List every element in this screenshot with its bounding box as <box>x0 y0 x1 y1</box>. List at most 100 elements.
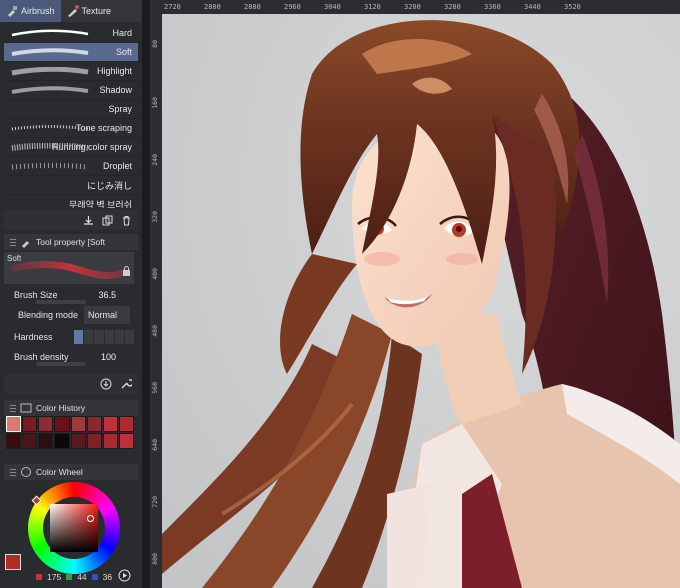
ruler-tick-label: 320 <box>151 211 159 223</box>
color-history-swatch[interactable] <box>6 416 22 432</box>
brush-item-label: Droplet <box>102 161 132 171</box>
grip-icon[interactable] <box>10 468 16 476</box>
green-value: 44 <box>77 572 87 582</box>
blue-channel-dot <box>91 574 98 580</box>
brush-stroke-preview <box>11 143 89 151</box>
hardness-step[interactable] <box>84 330 94 344</box>
hardness-step[interactable] <box>124 330 135 344</box>
color-history-swatch[interactable] <box>54 416 70 432</box>
ruler-tick-label: 3200 <box>404 3 421 11</box>
brush-item-tone-scraping[interactable]: Tone scraping <box>4 119 138 138</box>
blending-mode-row[interactable]: Blending mode Normal <box>14 304 130 326</box>
wrench-icon[interactable] <box>120 378 132 390</box>
color-history-swatch[interactable] <box>86 416 102 432</box>
color-history-swatch[interactable] <box>22 416 38 432</box>
airbrush-icon <box>8 6 17 17</box>
hardness-row[interactable]: Hardness <box>14 326 135 348</box>
brush-stroke-preview <box>11 48 89 56</box>
color-settings-icon[interactable] <box>118 569 131 582</box>
color-picker-marker[interactable] <box>87 515 94 522</box>
panel-scroll-strip[interactable] <box>142 0 150 588</box>
lock-icon[interactable] <box>122 266 131 276</box>
blending-mode-select[interactable]: Normal <box>84 306 130 324</box>
brush-item-running-color-spray[interactable]: Running color spray <box>4 138 138 157</box>
tab-label: Texture <box>81 6 112 16</box>
color-history-swatch[interactable] <box>38 416 54 432</box>
hue-marker[interactable] <box>31 495 42 506</box>
brush-preview: Soft <box>4 252 134 284</box>
ruler-tick-label: 160 <box>151 97 159 109</box>
brush-item-label: Spray <box>108 104 132 114</box>
anime-girl-illustration <box>162 14 680 588</box>
hardness-step[interactable] <box>104 330 114 344</box>
color-history-title: Color History <box>36 403 86 413</box>
brush-density-row[interactable]: Brush density 100 <box>14 346 130 368</box>
saturation-value-square[interactable] <box>50 504 98 552</box>
grip-icon[interactable] <box>10 238 16 246</box>
color-history-swatch[interactable] <box>70 433 86 449</box>
ruler-tick-label: 3360 <box>484 3 501 11</box>
tab-airbrush[interactable]: Airbrush <box>0 0 61 22</box>
ruler-tick-label: 80 <box>151 40 159 48</box>
color-wheel-header: Color Wheel <box>4 464 138 480</box>
blending-mode-label: Blending mode <box>18 310 79 320</box>
color-history-swatch[interactable] <box>102 416 118 432</box>
hardness-step[interactable] <box>74 330 84 344</box>
sub-tool-panel: Airbrush Texture Hard Soft Highlight Sha… <box>0 0 142 588</box>
brush-item-korean-brush[interactable]: 무래약 벽 브러쉬 <box>4 195 138 209</box>
color-history-swatch[interactable] <box>6 433 22 449</box>
brush-preview-stroke <box>10 260 126 279</box>
airbrush-icon <box>22 241 29 248</box>
brush-density-slider[interactable] <box>36 362 86 366</box>
color-history-swatch[interactable] <box>22 433 38 449</box>
texture-brush-icon <box>67 5 79 17</box>
download-icon[interactable] <box>100 378 112 390</box>
green-channel-dot <box>66 574 73 580</box>
brush-item-spray[interactable]: Spray <box>4 100 138 119</box>
color-wheel-icon <box>21 467 31 477</box>
brush-size-row[interactable]: Brush Size 36.5 <box>14 284 130 306</box>
hardness-selector[interactable] <box>74 330 135 344</box>
brush-item-label: Hard <box>112 28 132 38</box>
brush-item-label: Highlight <box>96 66 132 76</box>
ruler-tick-label: 400 <box>151 268 159 280</box>
color-history-swatch[interactable] <box>70 416 86 432</box>
hardness-label: Hardness <box>14 332 53 342</box>
brush-size-value: 36.5 <box>98 290 116 300</box>
color-history-swatch[interactable] <box>118 433 134 449</box>
drawing-canvas[interactable] <box>162 14 680 588</box>
color-history-swatch[interactable] <box>38 433 54 449</box>
current-color-swatch[interactable] <box>5 554 21 570</box>
duplicate-brush-icon[interactable] <box>102 215 113 226</box>
hue-ring[interactable] <box>28 482 120 574</box>
tool-property-title: Tool property [Soft <box>36 237 105 247</box>
brush-size-label: Brush Size <box>14 290 58 300</box>
color-history-swatch[interactable] <box>102 433 118 449</box>
ruler-tick-label: 3440 <box>524 3 541 11</box>
brush-item-shadow[interactable]: Shadow <box>4 81 138 100</box>
brush-density-label: Brush density <box>14 352 69 362</box>
import-brush-icon[interactable] <box>83 215 94 226</box>
ruler-tick-label: 2880 <box>244 3 261 11</box>
grip-icon[interactable] <box>10 404 16 412</box>
trash-icon[interactable] <box>121 215 132 226</box>
brush-item-highlight[interactable]: Highlight <box>4 62 138 81</box>
brush-item-hard[interactable]: Hard <box>4 24 138 43</box>
color-history-swatch[interactable] <box>86 433 102 449</box>
ruler-tick-label: 2800 <box>204 3 221 11</box>
color-history-swatch[interactable] <box>118 416 134 432</box>
hardness-step[interactable] <box>94 330 104 344</box>
brush-item-nijimi-keshi[interactable]: にじみ消し <box>4 176 138 195</box>
color-history-swatch[interactable] <box>54 433 70 449</box>
brush-density-value: 100 <box>100 352 116 362</box>
hardness-step[interactable] <box>114 330 124 344</box>
brush-stroke-preview <box>11 163 89 170</box>
ruler-tick-label: 3120 <box>364 3 381 11</box>
brush-list-footer <box>4 210 138 230</box>
red-channel-dot <box>36 574 42 580</box>
tab-texture[interactable]: Texture <box>61 0 118 22</box>
brush-stroke-preview <box>11 86 89 94</box>
brush-item-soft[interactable]: Soft <box>4 43 138 62</box>
color-history-header: Color History <box>4 400 138 416</box>
brush-item-droplet[interactable]: Droplet <box>4 157 138 176</box>
